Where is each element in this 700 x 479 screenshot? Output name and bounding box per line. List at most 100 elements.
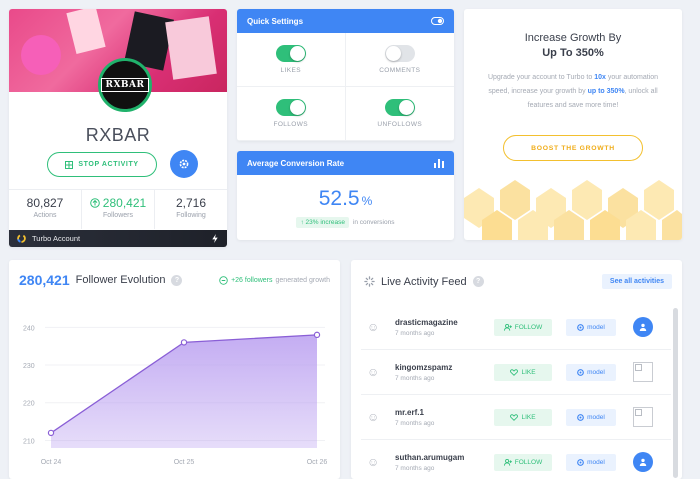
feed-action-badge: FOLLOW bbox=[494, 318, 552, 336]
stat-followers-value: 280,421 bbox=[102, 196, 147, 210]
clock-icon bbox=[219, 275, 228, 285]
toggle-likes: LIKES bbox=[237, 33, 346, 87]
grid-icon bbox=[65, 160, 74, 169]
feed-action-badge: FOLLOW bbox=[494, 453, 552, 471]
y-tick-label: 220 bbox=[23, 401, 35, 408]
toggle-grid: LIKES COMMENTS FOLLOWS UNFOLLOWS bbox=[237, 33, 454, 141]
x-tick-label: Oct 24 bbox=[41, 459, 62, 466]
toggle-comments: COMMENTS bbox=[345, 33, 454, 87]
feed-tag-label: model bbox=[587, 458, 605, 466]
quick-settings-card: Quick Settings LIKES COMMENTS FOLLOWS UN… bbox=[237, 9, 454, 141]
feed-scrollbar[interactable] bbox=[673, 308, 678, 478]
likes-switch[interactable] bbox=[275, 45, 306, 62]
user-icon bbox=[639, 458, 647, 466]
feed-user: mr.erf.1 7 months ago bbox=[395, 408, 495, 427]
feed-tag-badge[interactable]: model bbox=[566, 453, 616, 471]
feed-username[interactable]: kingomzspamz bbox=[395, 363, 495, 372]
smiley-icon: ☺ bbox=[367, 320, 380, 334]
upgrade-text-b: 10x bbox=[594, 74, 606, 81]
user-icon bbox=[639, 323, 647, 331]
data-point bbox=[313, 331, 321, 339]
feed-header: Live Activity Feed ? See all activities bbox=[351, 260, 682, 289]
feed-time: 7 months ago bbox=[395, 419, 435, 427]
bolt-icon bbox=[212, 234, 218, 243]
growth-suffix: generated growth bbox=[275, 276, 330, 284]
post-thumbnail[interactable] bbox=[633, 362, 653, 382]
feed-username[interactable]: drasticmagazine bbox=[395, 318, 495, 327]
heart-icon bbox=[510, 413, 519, 421]
user-avatar[interactable] bbox=[633, 452, 653, 472]
follower-chart: 210 220 230 240 Oct 24 Oct 25 Oct 26 bbox=[23, 325, 328, 466]
stop-activity-button[interactable]: STOP ACTIVITY bbox=[47, 152, 157, 177]
toggle-icon bbox=[431, 17, 444, 25]
follows-label: FOLLOWS bbox=[273, 121, 309, 128]
toggle-follows: FOLLOWS bbox=[237, 87, 346, 141]
evolution-growth: +26 followers generated growth bbox=[219, 275, 330, 285]
conversion-increase: ↑ 23% increase in conversions bbox=[237, 217, 454, 228]
evolution-title: Follower Evolution bbox=[75, 274, 166, 286]
tag-target-icon bbox=[577, 368, 585, 376]
feed-tag-label: model bbox=[587, 323, 605, 331]
profile-name: RXBAR bbox=[85, 125, 151, 145]
feed-tag-badge[interactable]: model bbox=[566, 408, 616, 426]
unfollows-switch[interactable] bbox=[384, 99, 415, 116]
gear-icon bbox=[179, 159, 189, 169]
conversion-title: Average Conversion Rate bbox=[247, 158, 345, 168]
feed-item: ☺ kingomzspamz 7 months ago LIKE model bbox=[361, 350, 671, 395]
upgrade-title-line2: Up To 350% bbox=[542, 47, 604, 59]
feed-time: 7 months ago bbox=[395, 464, 435, 472]
comments-switch[interactable] bbox=[384, 45, 415, 62]
hexagon-pattern bbox=[464, 180, 682, 240]
feed-user: kingomzspamz 7 months ago bbox=[395, 363, 495, 382]
feed-tag-badge[interactable]: model bbox=[566, 363, 616, 381]
heart-icon bbox=[510, 368, 519, 376]
profile-card: RXBAR RXBAR STOP ACTIVITY 80,827 Actions… bbox=[9, 9, 227, 247]
conversion-unit: % bbox=[361, 194, 373, 208]
feed-item: ☺ drasticmagazine 7 months ago FOLLOW model bbox=[361, 305, 671, 350]
turbo-ring-icon bbox=[17, 234, 26, 243]
smiley-icon: ☺ bbox=[367, 455, 380, 469]
feed-action-label: FOLLOW bbox=[514, 458, 543, 466]
x-tick-label: Oct 26 bbox=[307, 459, 328, 466]
avatar[interactable]: RXBAR bbox=[98, 58, 152, 112]
bar-chart-icon bbox=[434, 158, 444, 168]
logo-text: RXBAR bbox=[101, 78, 149, 92]
feed-tag-badge[interactable]: model bbox=[566, 318, 616, 336]
help-icon[interactable]: ? bbox=[472, 276, 484, 287]
feed-title: Live Activity Feed bbox=[381, 275, 467, 288]
stat-followers: 280,421 Followers bbox=[82, 190, 155, 229]
feed-time: 7 months ago bbox=[395, 329, 435, 337]
y-tick-label: 210 bbox=[23, 438, 35, 445]
post-thumbnail[interactable] bbox=[633, 407, 653, 427]
turbo-account-bar[interactable]: Turbo Account bbox=[9, 230, 227, 247]
feed-action-badge: LIKE bbox=[494, 363, 552, 381]
feed-tag-label: model bbox=[587, 368, 605, 376]
add-user-icon bbox=[503, 458, 512, 466]
y-tick-label: 230 bbox=[23, 363, 35, 370]
tag-target-icon bbox=[577, 323, 585, 331]
increase-suffix: in conversions bbox=[352, 219, 395, 226]
increase-value: 23% increase bbox=[305, 219, 345, 226]
follows-switch[interactable] bbox=[275, 99, 306, 116]
upgrade-title: Increase Growth By Up To 350% bbox=[464, 31, 682, 61]
settings-button[interactable] bbox=[170, 150, 198, 178]
feed-username[interactable]: mr.erf.1 bbox=[395, 408, 495, 417]
tag-target-icon bbox=[577, 458, 585, 466]
profile-stats: 80,827 Actions 280,421 Followers 2,716 F… bbox=[9, 189, 227, 229]
user-avatar[interactable] bbox=[633, 317, 653, 337]
data-point bbox=[47, 429, 55, 437]
tag-target-icon bbox=[577, 413, 585, 421]
help-icon[interactable]: ? bbox=[171, 274, 183, 286]
smiley-icon: ☺ bbox=[367, 410, 380, 424]
boost-growth-button[interactable]: BOOST THE GROWTH bbox=[503, 135, 643, 161]
follower-evolution-card: 280,421 Follower Evolution ? +26 followe… bbox=[9, 260, 340, 479]
conversion-number: 52.5 bbox=[318, 187, 360, 210]
upgrade-text-d: up to 350% bbox=[587, 88, 625, 95]
see-all-activities-button[interactable]: See all activities bbox=[601, 274, 672, 289]
feed-username[interactable]: suthan.arumugam bbox=[395, 453, 495, 462]
stat-following-value: 2,716 bbox=[175, 196, 207, 210]
conversion-card: Average Conversion Rate 52.5% ↑ 23% incr… bbox=[237, 151, 454, 240]
stat-following: 2,716 Following bbox=[155, 190, 227, 229]
toggle-unfollows: UNFOLLOWS bbox=[345, 87, 454, 141]
add-user-icon bbox=[503, 323, 512, 331]
